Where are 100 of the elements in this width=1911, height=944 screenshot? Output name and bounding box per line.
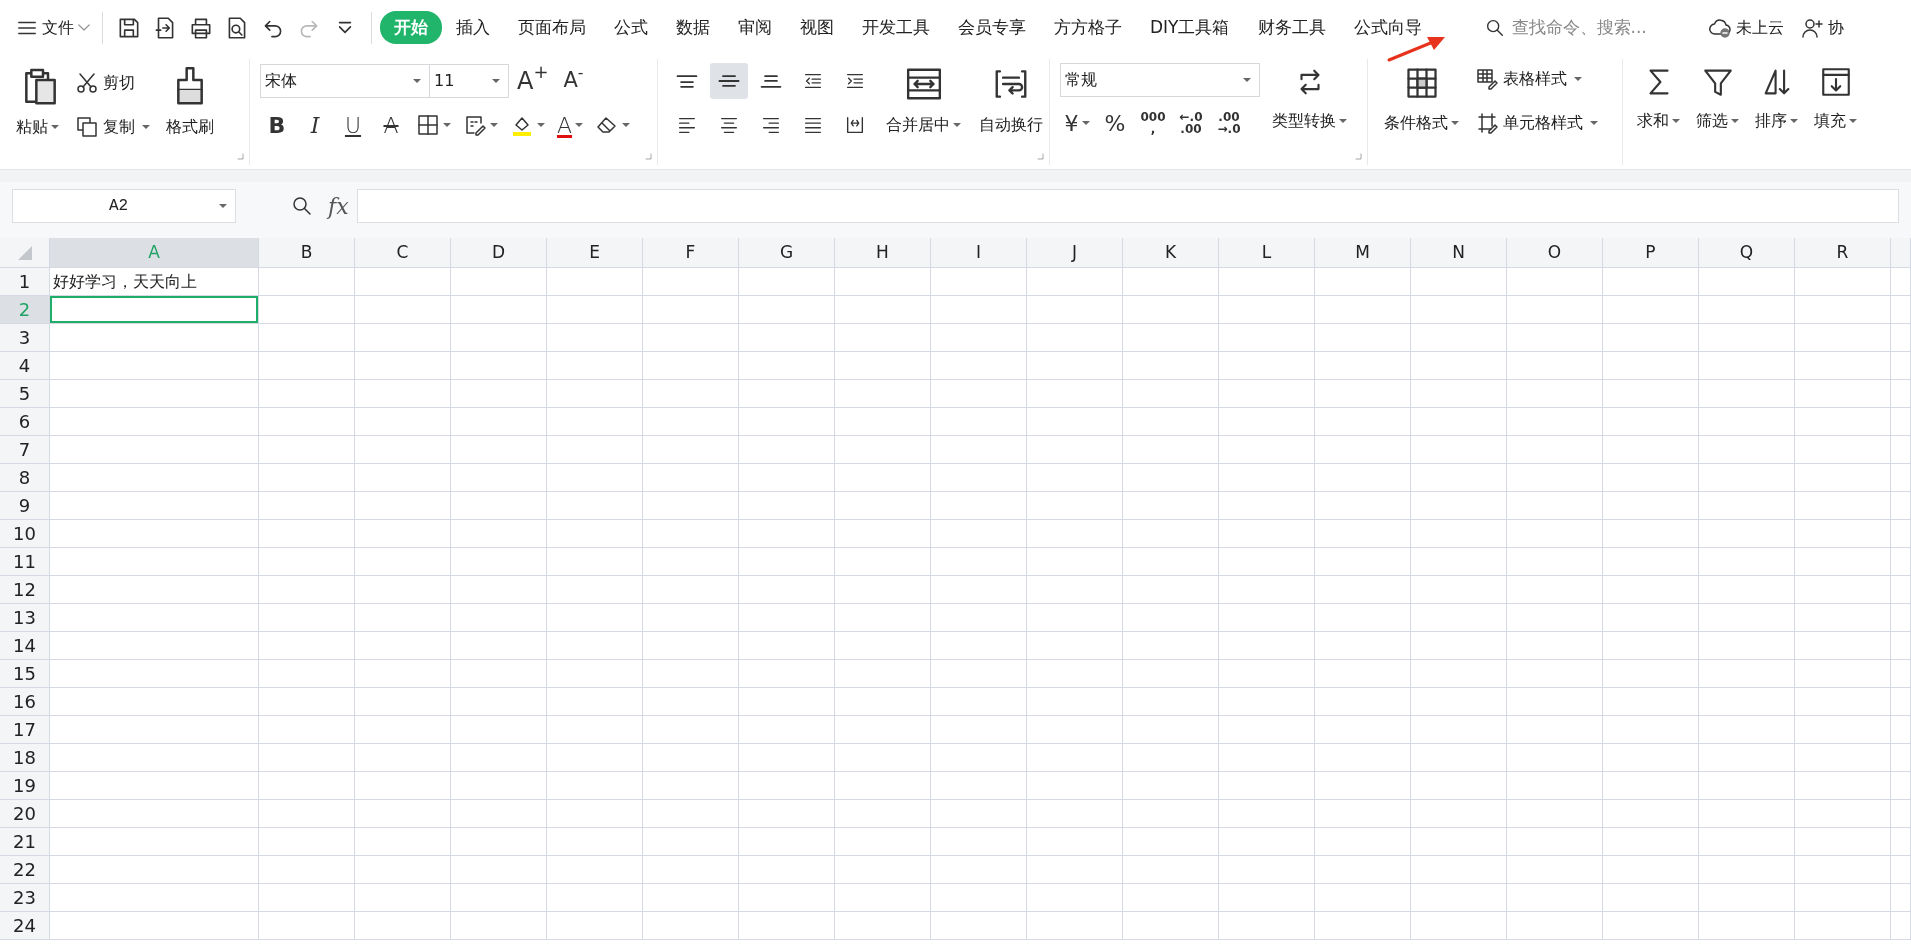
- caret-icon: [953, 123, 961, 127]
- decrease-font-button[interactable]: A$^{-}$: [556, 63, 591, 99]
- percent-button[interactable]: %: [1098, 105, 1132, 141]
- caret-icon: [413, 79, 421, 83]
- thousands-separator-button[interactable]: 000 ,: [1136, 105, 1170, 141]
- file-menu[interactable]: 文件: [12, 9, 94, 46]
- column-header[interactable]: H: [835, 238, 931, 268]
- font-color-button[interactable]: A: [553, 107, 588, 143]
- ribbon-tab[interactable]: DIY工具箱: [1136, 10, 1244, 45]
- row-header[interactable]: 12: [0, 576, 50, 604]
- row-header[interactable]: 21: [0, 828, 50, 856]
- cell-style-button[interactable]: 单元格样式: [1471, 105, 1602, 141]
- wrap-text-button[interactable]: 自动换行: [973, 59, 1049, 139]
- table-cell: 好好学习，天天向上: [50, 268, 259, 296]
- cloud-status-button[interactable]: 未上云: [1703, 9, 1788, 46]
- ribbon-tab[interactable]: 插入: [442, 10, 504, 45]
- bold-button[interactable]: B: [260, 107, 294, 143]
- ribbon-tab[interactable]: 会员专享: [944, 10, 1040, 45]
- ribbon-tab[interactable]: 公式: [600, 10, 662, 45]
- column-header[interactable]: L: [1219, 238, 1315, 268]
- row-header[interactable]: 4: [0, 352, 50, 380]
- ribbon-tab[interactable]: 方方格子: [1040, 10, 1136, 45]
- grid-icon: [416, 113, 440, 137]
- format-painter-button[interactable]: 格式刷: [160, 59, 220, 141]
- ribbon-tab[interactable]: 视图: [786, 10, 848, 45]
- ribbon-tab[interactable]: 公式向导: [1339, 10, 1436, 45]
- ribbon-tab[interactable]: 财务工具: [1243, 10, 1340, 45]
- formula-input-field[interactable]: [356, 189, 1899, 223]
- row-header[interactable]: 7: [0, 436, 50, 464]
- column-header[interactable]: K: [1123, 238, 1219, 268]
- row-header[interactable]: 5: [0, 380, 50, 408]
- paste-button[interactable]: 粘贴: [10, 59, 65, 141]
- copy-button[interactable]: 复制: [71, 109, 154, 145]
- column-header[interactable]: B: [259, 238, 355, 268]
- type-convert-button[interactable]: 类型转换: [1266, 59, 1353, 135]
- row-header[interactable]: 11: [0, 548, 50, 576]
- align-middle-button[interactable]: [710, 63, 748, 99]
- number-format-dropdown[interactable]: 常规: [1060, 63, 1260, 97]
- row-header[interactable]: 15: [0, 660, 50, 688]
- row-header[interactable]: 22: [0, 856, 50, 884]
- column-header[interactable]: C: [355, 238, 451, 268]
- row-header[interactable]: 17: [0, 716, 50, 744]
- increase-decimal-button[interactable]: ←.0 .00: [1174, 105, 1208, 141]
- column-header[interactable]: G: [739, 238, 835, 268]
- row-header[interactable]: 20: [0, 800, 50, 828]
- row-header[interactable]: 18: [0, 744, 50, 772]
- fill-button[interactable]: 填充: [1808, 59, 1863, 169]
- triangle-icon: [17, 245, 32, 260]
- row-header[interactable]: 24: [0, 912, 50, 940]
- active-cell[interactable]: [50, 296, 259, 324]
- row-header[interactable]: 9: [0, 492, 50, 520]
- italic-button[interactable]: I: [298, 107, 332, 143]
- share-button[interactable]: 协: [1795, 9, 1848, 46]
- table-style-button[interactable]: 表格样式: [1471, 61, 1602, 97]
- column-header[interactable]: Q: [1699, 238, 1795, 268]
- caret-icon: [1731, 119, 1739, 123]
- increase-font-button[interactable]: A$^{+}$: [513, 63, 553, 99]
- annotation-arrow: [1387, 37, 1445, 62]
- search-field[interactable]: 查找命令、搜索...: [1483, 13, 1680, 42]
- ribbon-tab[interactable]: 开发工具: [848, 10, 944, 45]
- row-header[interactable]: 13: [0, 604, 50, 632]
- cut-button[interactable]: 剪切: [71, 65, 154, 101]
- column-header[interactable]: O: [1507, 238, 1603, 268]
- row-header[interactable]: 10: [0, 520, 50, 548]
- column-header[interactable]: R: [1795, 238, 1891, 268]
- sort-button[interactable]: 排序: [1749, 59, 1804, 169]
- column-header[interactable]: D: [451, 238, 547, 268]
- ribbon-tab[interactable]: 数据: [662, 10, 724, 45]
- column-header[interactable]: F: [643, 238, 739, 268]
- strikethrough-button[interactable]: A: [374, 107, 408, 143]
- ribbon-tab[interactable]: 页面布局: [504, 10, 600, 45]
- ribbon-tab[interactable]: 审阅: [724, 10, 786, 45]
- insert-function-button[interactable]: fx: [328, 189, 349, 223]
- row-header[interactable]: 3: [0, 324, 50, 352]
- column-header[interactable]: I: [931, 238, 1027, 268]
- row-header[interactable]: 6: [0, 408, 50, 436]
- column-header[interactable]: N: [1411, 238, 1507, 268]
- merge-center-button[interactable]: 合并居中: [880, 59, 967, 139]
- column-header[interactable]: E: [547, 238, 643, 268]
- row-header[interactable]: 23: [0, 884, 50, 912]
- decrease-decimal-button[interactable]: .00 →.0: [1212, 105, 1246, 141]
- sum-button[interactable]: 求和: [1631, 59, 1686, 169]
- underline-button[interactable]: U: [336, 107, 370, 143]
- column-header[interactable]: P: [1603, 238, 1699, 268]
- row-header[interactable]: 19: [0, 772, 50, 800]
- caret-icon: [490, 123, 498, 127]
- caret-icon: [622, 123, 631, 127]
- row-header[interactable]: 1: [0, 268, 50, 296]
- conditional-format-button[interactable]: 条件格式: [1378, 59, 1465, 137]
- row-header[interactable]: 14: [0, 632, 50, 660]
- font-name-dropdown[interactable]: 宋体: [260, 64, 430, 98]
- row-header[interactable]: 8: [0, 464, 50, 492]
- column-header[interactable]: J: [1027, 238, 1123, 268]
- font-size-dropdown[interactable]: 11: [429, 64, 509, 98]
- currency-button[interactable]: ¥: [1060, 105, 1094, 141]
- row-header[interactable]: 16: [0, 688, 50, 716]
- column-header[interactable]: M: [1315, 238, 1411, 268]
- filter-button[interactable]: 筛选: [1690, 59, 1745, 169]
- name-box[interactable]: A2: [12, 189, 236, 223]
- caret-icon: [1672, 119, 1680, 123]
